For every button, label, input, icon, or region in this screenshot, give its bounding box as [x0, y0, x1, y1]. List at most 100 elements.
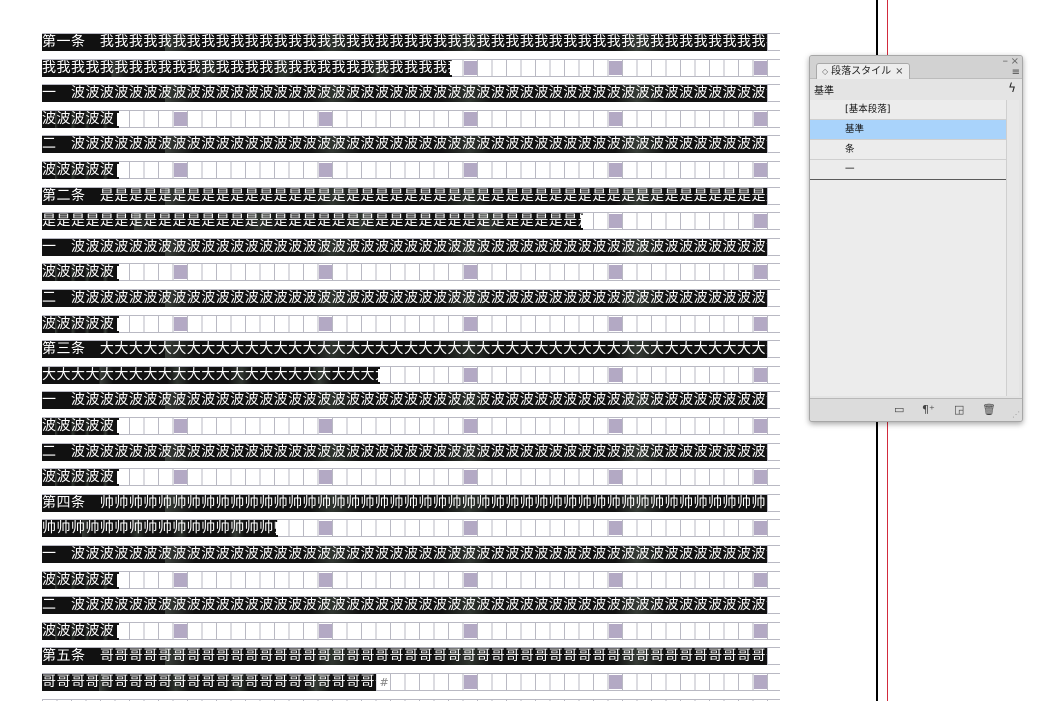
text-line[interactable]: 二 波波波波波波波波波波波波波波波波波波波波波波波波波波波波波波波波波波波波波波… [42, 442, 780, 461]
style-list: [基本段落] 基準 条 一 [810, 100, 1006, 180]
grid-marker [318, 163, 332, 177]
grid-marker [753, 470, 767, 485]
selected-text[interactable]: 一 波波波波波波波波波波波波波波波波波波波波波波波波波波波波波波波波波波波波波波… [42, 238, 767, 256]
tab-arrows-icon: ◇ [822, 67, 829, 76]
selected-text[interactable]: 波波波波波 [42, 622, 119, 640]
grid-marker [318, 470, 332, 485]
panel-tab-paragraph-styles[interactable]: ◇ 段落スタイル × [816, 63, 910, 79]
text-line[interactable]: 第四条 帅帅帅帅帅帅帅帅帅帅帅帅帅帅帅帅帅帅帅帅帅帅帅帅帅帅帅帅帅帅帅帅帅帅帅帅… [42, 493, 780, 512]
text-line[interactable]: 波波波波波 [42, 314, 780, 333]
text-line[interactable]: 第五条 哥哥哥哥哥哥哥哥哥哥哥哥哥哥哥哥哥哥哥哥哥哥哥哥哥哥哥哥哥哥哥哥哥哥哥哥… [42, 647, 780, 666]
text-frame[interactable]: 第一条 我我我我我我我我我我我我我我我我我我我我我我我我我我我我我我我我我我我我… [42, 33, 780, 701]
text-line[interactable]: 大大大大大大大大大大大大大大大大大大大大大大大大大 [42, 365, 780, 384]
current-style-row: 基準 ϟ [810, 79, 1022, 99]
grid-marker [753, 675, 767, 689]
grid-marker [753, 163, 767, 177]
selected-text[interactable]: 是是是是是是是是是是是是是是是是是是是是是是是是是是是是是是是是是是是是是是 [42, 213, 583, 231]
text-line[interactable]: 波波波波波 [42, 417, 780, 435]
text-line[interactable]: 波波波波波 [42, 468, 780, 487]
selected-text[interactable]: 一 波波波波波波波波波波波波波波波波波波波波波波波波波波波波波波波波波波波波波波… [42, 546, 767, 563]
paragraph-styles-panel[interactable]: ◇ 段落スタイル × – × ≡ 基準 ϟ [基本段落] 基準 条 一 ▭ ¶⁺ ◲… [809, 55, 1023, 422]
close-icon[interactable]: × [1011, 56, 1019, 67]
grid-marker [608, 316, 622, 331]
selected-text[interactable]: 我我我我我我我我我我我我我我我我我我我我我我我我我我我我我我 [42, 59, 452, 77]
grid-marker [173, 419, 187, 433]
resize-grip-icon[interactable]: ⋰ [1012, 410, 1020, 419]
grid-marker [173, 316, 187, 331]
lightning-icon[interactable]: ϟ [1008, 81, 1016, 95]
text-line[interactable]: 波波波波波 [42, 621, 780, 640]
selected-text[interactable]: 波波波波波 [42, 110, 119, 128]
clear-override-icon[interactable]: ¶⁺ [922, 403, 935, 416]
grid-marker [608, 60, 622, 75]
text-line[interactable]: 波波波波波 [42, 109, 780, 128]
grid-marker [608, 675, 622, 689]
grid-marker [753, 521, 767, 536]
grid-marker [463, 111, 477, 126]
selected-text[interactable]: 一 波波波波波波波波波波波波波波波波波波波波波波波波波波波波波波波波波波波波波波… [42, 85, 767, 103]
selected-text[interactable]: 哥哥哥哥哥哥哥哥哥哥哥哥哥哥哥哥哥哥哥哥哥哥哥哥 [42, 674, 376, 691]
selected-text[interactable]: 帅帅帅帅帅帅帅帅帅帅帅帅帅帅帅帅帅帅帅帅 [42, 520, 278, 538]
grid-marker [463, 367, 477, 382]
new-style-icon[interactable]: ◲ [954, 403, 964, 416]
text-line[interactable]: 二 波波波波波波波波波波波波波波波波波波波波波波波波波波波波波波波波波波波波波波… [42, 596, 780, 615]
grid-marker [753, 623, 767, 638]
selected-text[interactable]: 波波波波波 [42, 571, 119, 589]
selected-text[interactable]: 波波波波波 [42, 469, 119, 487]
grid-marker [608, 111, 622, 126]
selected-text[interactable]: 波波波波波 [42, 418, 119, 435]
selected-text[interactable]: 二 波波波波波波波波波波波波波波波波波波波波波波波波波波波波波波波波波波波波波波… [42, 136, 767, 154]
text-cursor [116, 266, 120, 280]
panel-tab-title: 段落スタイル [831, 66, 892, 77]
grid-marker [318, 265, 332, 280]
grid-marker [608, 623, 622, 638]
selected-text[interactable]: 二 波波波波波波波波波波波波波波波波波波波波波波波波波波波波波波波波波波波波波波… [42, 290, 767, 307]
style-item[interactable]: 条 [810, 140, 1006, 160]
style-item[interactable]: 一 [810, 160, 1006, 180]
grid-marker [318, 623, 332, 638]
grid-marker [608, 214, 622, 229]
grid-marker [173, 265, 187, 280]
tab-close-icon[interactable]: × [895, 66, 903, 77]
folder-icon[interactable]: ▭ [894, 403, 904, 416]
trash-icon[interactable]: 🗑 [982, 403, 996, 416]
text-line[interactable]: 一 波波波波波波波波波波波波波波波波波波波波波波波波波波波波波波波波波波波波波波… [42, 237, 780, 256]
text-line[interactable]: 第三条 大大大大大大大大大大大大大大大大大大大大大大大大大大大大大大大大大大大大… [42, 340, 780, 359]
text-line[interactable]: 第一条 我我我我我我我我我我我我我我我我我我我我我我我我我我我我我我我我我我我我… [42, 33, 780, 51]
panel-menu-icon[interactable]: ≡ [1012, 67, 1020, 78]
text-line[interactable]: 是是是是是是是是是是是是是是是是是是是是是是是是是是是是是是是是是是是是是是 [42, 212, 780, 231]
text-line[interactable]: 帅帅帅帅帅帅帅帅帅帅帅帅帅帅帅帅帅帅帅帅 [42, 519, 780, 538]
selected-text[interactable]: 第三条 大大大大大大大大大大大大大大大大大大大大大大大大大大大大大大大大大大大大… [42, 341, 767, 359]
collapse-icon[interactable]: – [1003, 56, 1009, 67]
selected-text[interactable]: 第二条 是是是是是是是是是是是是是是是是是是是是是是是是是是是是是是是是是是是是… [42, 187, 767, 205]
scrollbar[interactable] [1006, 100, 1019, 396]
selected-text[interactable]: 波波波波波 [42, 162, 119, 179]
text-line[interactable]: 第二条 是是是是是是是是是是是是是是是是是是是是是是是是是是是是是是是是是是是是… [42, 186, 780, 205]
grid-marker [463, 163, 477, 177]
text-line[interactable]: 二 波波波波波波波波波波波波波波波波波波波波波波波波波波波波波波波波波波波波波波… [42, 289, 780, 307]
text-line[interactable]: 一 波波波波波波波波波波波波波波波波波波波波波波波波波波波波波波波波波波波波波波… [42, 84, 780, 103]
text-line[interactable]: 二 波波波波波波波波波波波波波波波波波波波波波波波波波波波波波波波波波波波波波波… [42, 135, 780, 154]
grid-marker [173, 572, 187, 587]
grid-marker [173, 470, 187, 485]
text-line[interactable]: 我我我我我我我我我我我我我我我我我我我我我我我我我我我我我我 [42, 58, 780, 77]
selected-text[interactable]: 二 波波波波波波波波波波波波波波波波波波波波波波波波波波波波波波波波波波波波波波… [42, 443, 767, 461]
selected-text[interactable]: 波波波波波 [42, 315, 119, 333]
selected-text[interactable]: 二 波波波波波波波波波波波波波波波波波波波波波波波波波波波波波波波波波波波波波波… [42, 597, 767, 615]
text-line[interactable]: 哥哥哥哥哥哥哥哥哥哥哥哥哥哥哥哥哥哥哥哥哥哥哥哥 # [42, 673, 780, 691]
selected-text[interactable]: 大大大大大大大大大大大大大大大大大大大大大大大大大 [42, 366, 380, 384]
selected-text[interactable]: 波波波波波 [42, 264, 119, 282]
selected-text[interactable]: 第五条 哥哥哥哥哥哥哥哥哥哥哥哥哥哥哥哥哥哥哥哥哥哥哥哥哥哥哥哥哥哥哥哥哥哥哥哥… [42, 648, 767, 666]
style-item[interactable]: 基準 [810, 120, 1006, 140]
text-line[interactable]: 一 波波波波波波波波波波波波波波波波波波波波波波波波波波波波波波波波波波波波波波… [42, 545, 780, 563]
grid-marker [608, 521, 622, 536]
text-line[interactable]: 波波波波波 [42, 570, 780, 589]
text-line[interactable]: 一 波波波波波波波波波波波波波波波波波波波波波波波波波波波波波波波波波波波波波波… [42, 391, 780, 410]
selected-text[interactable]: 第四条 帅帅帅帅帅帅帅帅帅帅帅帅帅帅帅帅帅帅帅帅帅帅帅帅帅帅帅帅帅帅帅帅帅帅帅帅… [42, 494, 767, 512]
text-cursor [116, 624, 120, 638]
selected-text[interactable]: 一 波波波波波波波波波波波波波波波波波波波波波波波波波波波波波波波波波波波波波波… [42, 392, 767, 410]
text-line[interactable]: 波波波波波 [42, 263, 780, 282]
style-item[interactable]: [基本段落] [810, 100, 1006, 120]
text-line[interactable]: 波波波波波 [42, 161, 780, 179]
selected-text[interactable]: 第一条 我我我我我我我我我我我我我我我我我我我我我我我我我我我我我我我我我我我我… [42, 34, 767, 51]
